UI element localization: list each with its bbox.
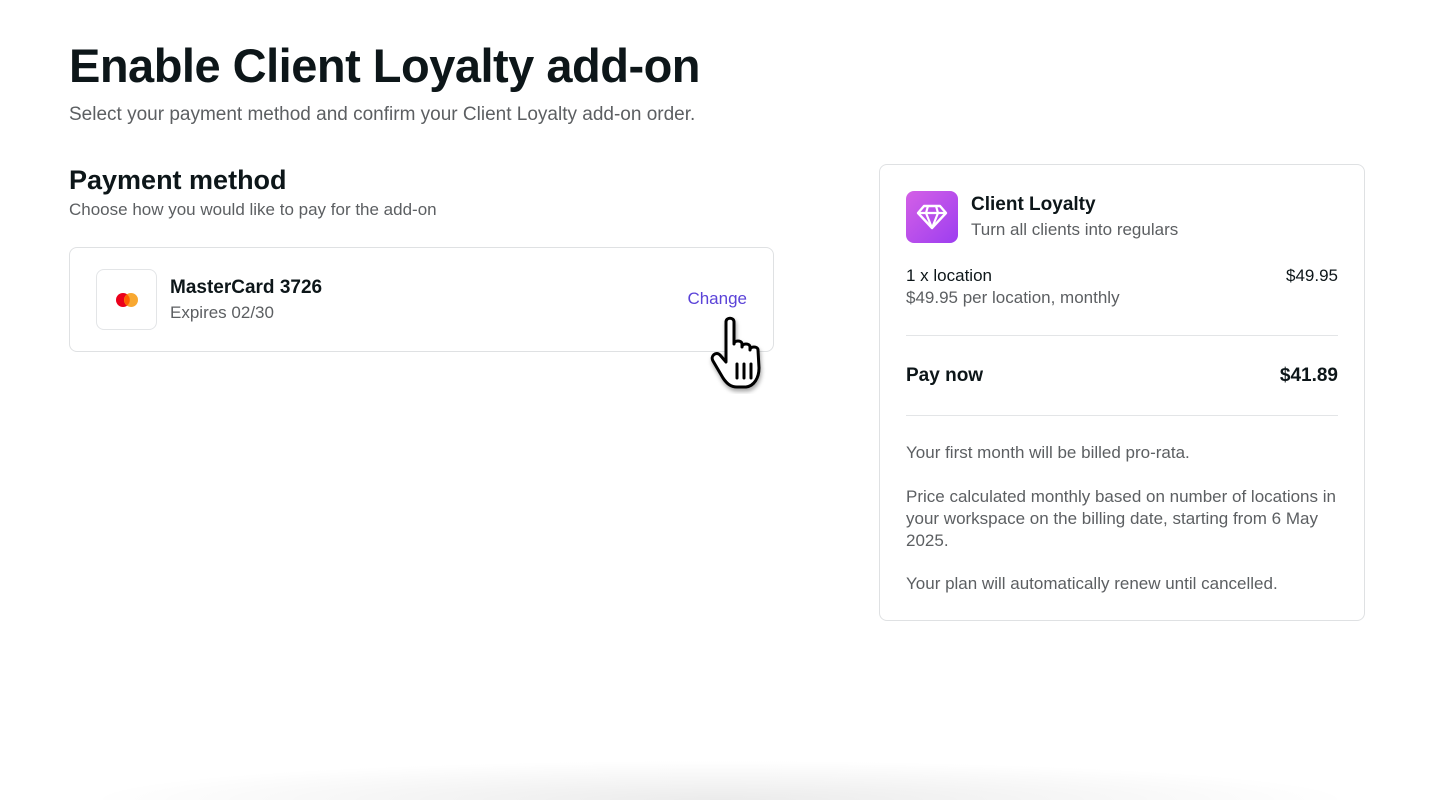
change-payment-method-link[interactable]: Change: [687, 289, 747, 309]
card-name: MasterCard 3726: [170, 277, 323, 298]
payment-card: MasterCard 3726 Expires 02/30 Change: [69, 247, 774, 352]
mastercard-icon: [96, 269, 157, 330]
hand-pointer-cursor-icon: [704, 314, 780, 394]
payment-method-description: Choose how you would like to pay for the…: [69, 200, 437, 219]
line-item-detail: $49.95 per location, monthly: [906, 288, 1120, 307]
card-expiry: Expires 02/30: [170, 303, 274, 322]
checkout-page: Enable Client Loyalty add-on Select your…: [0, 0, 1440, 800]
pay-now-label: Pay now: [906, 365, 984, 386]
line-item-label: 1 x location: [906, 266, 992, 285]
divider: [906, 415, 1338, 416]
pay-now-amount: $41.89: [1279, 365, 1338, 386]
billing-note: Your first month will be billed pro-rata…: [906, 443, 1190, 462]
order-summary-panel: Client Loyalty Turn all clients into reg…: [879, 164, 1365, 621]
payment-method-heading: Payment method: [69, 165, 287, 195]
billing-note: Your plan will automatically renew until…: [906, 574, 1278, 593]
page-title: Enable Client Loyalty add-on: [69, 39, 701, 92]
billing-note: Price calculated monthly based on number…: [906, 487, 1336, 550]
divider: [906, 335, 1338, 336]
addon-tagline: Turn all clients into regulars: [971, 220, 1179, 239]
addon-name: Client Loyalty: [971, 194, 1096, 215]
page-subtitle: Select your payment method and confirm y…: [69, 104, 696, 125]
diamond-icon: [906, 191, 958, 243]
line-item-price: $49.95: [1286, 266, 1338, 285]
footer-shadow: [80, 760, 1360, 800]
